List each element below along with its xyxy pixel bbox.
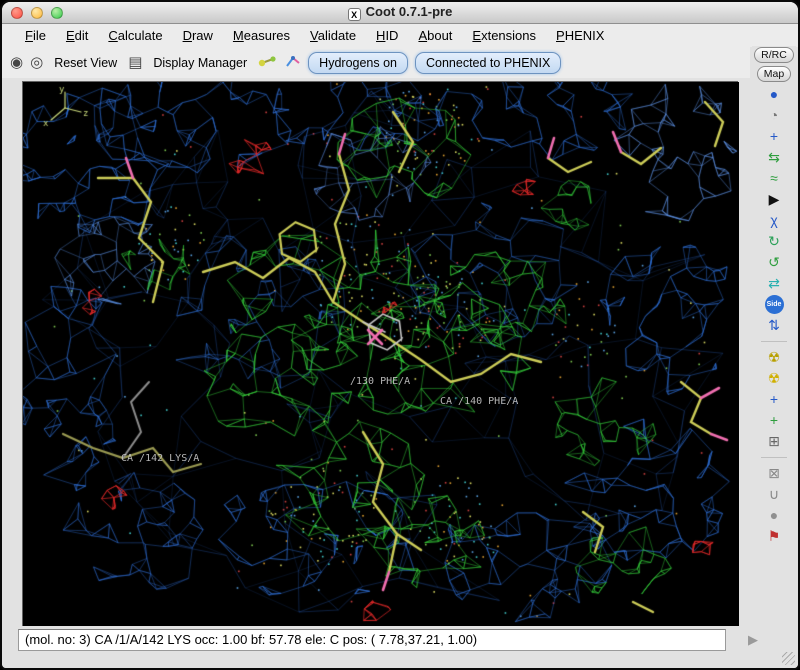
status-text: (mol. no: 3) CA /1/A/142 LYS occ: 1.00 b… (18, 629, 726, 651)
grey-sphere-icon[interactable]: ● (761, 506, 787, 525)
simple-mutate-icon[interactable]: ☢ (761, 369, 787, 388)
go-to-atom-icon[interactable] (285, 54, 301, 71)
toolbar-separator (761, 453, 787, 458)
title-bar[interactable]: X Coot 0.7.1-pre (2, 2, 798, 24)
residue-label: CA /142 LYS/A (121, 453, 199, 464)
edit-chi-angles-icon[interactable]: χ (761, 211, 787, 230)
residue-label: /130 PHE/A (350, 376, 410, 387)
display-manager-button[interactable]: Display Manager (149, 54, 251, 72)
molecular-viewport-canvas[interactable] (23, 82, 739, 628)
window-title: Coot 0.7.1-pre (366, 4, 453, 19)
menu-bar: File Edit Calculate Draw Measures Valida… (2, 24, 798, 47)
eye-icon[interactable]: ◉ (10, 55, 23, 70)
menu-item-about[interactable]: About (409, 26, 461, 45)
add-alt-conf-icon[interactable]: + (761, 411, 787, 430)
jed-flip-icon[interactable]: ⇅ (761, 316, 787, 335)
side-chain-180-icon[interactable]: Side (765, 295, 784, 314)
status-bar: (mol. no: 3) CA /1/A/142 LYS occ: 1.00 b… (2, 626, 798, 668)
residue-label: CA /140 PHE/A (440, 396, 518, 407)
mutate-residue-icon[interactable]: ☢ (761, 348, 787, 367)
rotate-translate-icon[interactable]: ⇆ (761, 148, 787, 167)
display-manager-icon[interactable]: ▤ (128, 55, 142, 70)
menu-item-calculate[interactable]: Calculate (99, 26, 171, 45)
flip-peptide-icon[interactable]: ↺ (761, 253, 787, 272)
torsion-general-icon[interactable]: ↻ (761, 232, 787, 251)
delete-item-icon[interactable]: ∪ (761, 485, 787, 504)
coot-window: X Coot 0.7.1-pre File Edit Calculate Draw… (0, 0, 800, 670)
resize-grip[interactable] (782, 652, 795, 665)
map-button[interactable]: Map (757, 66, 791, 82)
clear-pending-icon[interactable]: ⊠ (761, 464, 787, 483)
play-icon[interactable]: ▶ (748, 632, 758, 648)
menu-item-validate[interactable]: Validate (301, 26, 365, 45)
cis-trans-icon[interactable]: ⇄ (761, 274, 787, 293)
auto-fit-rotamer-icon[interactable]: ≈ (761, 169, 787, 188)
add-terminal-residue-icon[interactable]: + (761, 390, 787, 409)
place-atom-icon[interactable]: ⊞ (761, 432, 787, 451)
title-center: X Coot 0.7.1-pre (2, 4, 798, 21)
regularize-zone-icon[interactable]: ◔ (761, 106, 787, 125)
rrc-button[interactable]: R/RC (754, 47, 794, 63)
toolbar-separator (761, 337, 787, 342)
molecule-icon[interactable] (258, 55, 278, 70)
real-space-refine-icon[interactable]: ● (761, 85, 787, 104)
menu-item-measures[interactable]: Measures (224, 26, 299, 45)
phenix-connection-button[interactable]: Connected to PHENIX (415, 52, 561, 74)
issues-flag-icon[interactable]: ⚑ (761, 527, 787, 546)
right-toolbar: R/RC Map ● ◔ + ⇆ ≈ ▶ χ ↻ ↺ ⇄ Side ⇅ ☢ ☢ + + ⊞ ⊠ ∪ ● ⚑ (752, 46, 796, 624)
menu-item-phenix[interactable]: PHENIX (547, 26, 613, 45)
main-toolbar: ◉ ◎ Reset View ▤ Display Manager Hydroge… (2, 47, 750, 78)
rotamers-icon[interactable]: ▶ (761, 190, 787, 209)
gl-viewport[interactable]: /130 PHE/A CA /140 PHE/A CA /142 LYS/A (22, 81, 738, 627)
menu-item-edit[interactable]: Edit (57, 26, 97, 45)
x11-icon: X (348, 8, 361, 21)
menu-item-extensions[interactable]: Extensions (463, 26, 545, 45)
menu-item-hid[interactable]: HID (367, 26, 407, 45)
model-fit-refine-icons: ● ◔ + ⇆ ≈ ▶ χ ↻ ↺ ⇄ Side ⇅ ☢ ☢ + + ⊞ ⊠ ∪ ● ⚑ (752, 85, 796, 546)
reset-view-button[interactable]: Reset View (50, 54, 121, 72)
rigid-body-fit-icon[interactable]: + (761, 127, 787, 146)
target-icon[interactable]: ◎ (30, 55, 43, 70)
hydrogens-toggle-button[interactable]: Hydrogens on (308, 52, 408, 74)
menu-item-file[interactable]: File (16, 26, 55, 45)
menu-item-draw[interactable]: Draw (174, 26, 222, 45)
